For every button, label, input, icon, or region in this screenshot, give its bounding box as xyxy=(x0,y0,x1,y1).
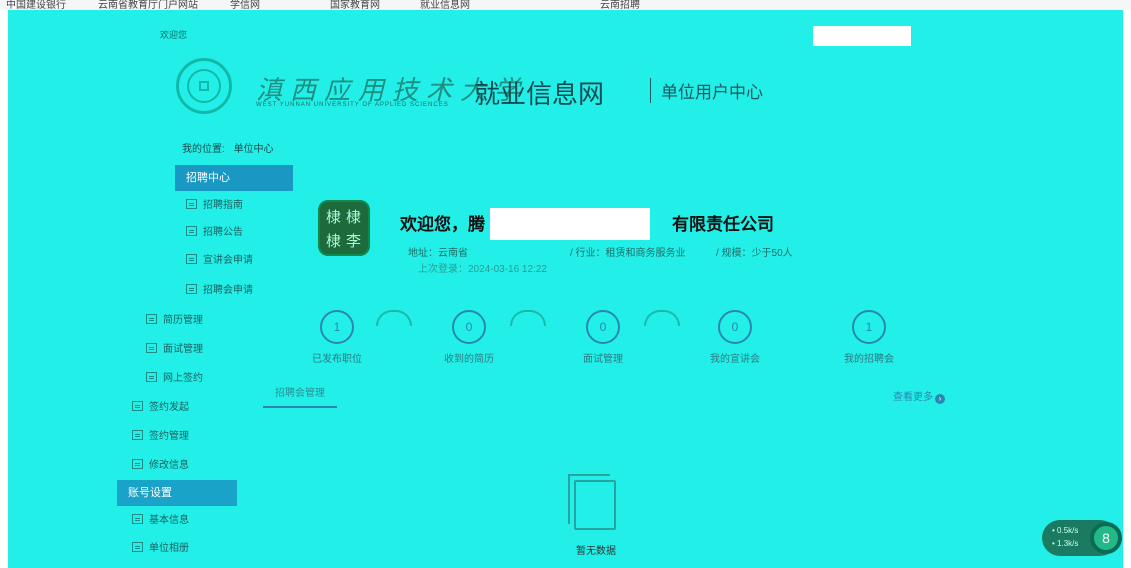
download-speed: • 1.3k/s xyxy=(1052,539,1079,548)
user-name-redaction xyxy=(813,26,911,46)
stat-label: 面试管理 xyxy=(583,354,623,365)
stats-row: 1 已发布职位 0 收到的简历 0 面试管理 0 我的宣讲会 1 我的招聘会 xyxy=(288,310,928,370)
stat-published-jobs[interactable]: 1 已发布职位 xyxy=(292,310,382,365)
university-name-en: WEST YUNNAN UNIVERSITY OF APPLIED SCIENC… xyxy=(256,102,449,108)
sidebar-item-basic-info[interactable]: 基本信息 xyxy=(122,508,189,534)
sidebar-item-fair-apply[interactable]: 招聘会申请 xyxy=(176,278,253,304)
doc-icon xyxy=(132,401,143,411)
sidebar-category-account[interactable]: 账号设置 xyxy=(117,480,237,506)
doc-icon xyxy=(146,372,157,382)
sidebar-item-album[interactable]: 单位相册 xyxy=(122,536,189,562)
sidebar-item-sign-start[interactable]: 签约发起 xyxy=(122,395,189,421)
speed-ring-icon: 8 xyxy=(1090,522,1122,554)
logo-core xyxy=(199,81,209,91)
see-more-link[interactable]: 查看更多 › xyxy=(893,388,945,404)
stat-count: 0 xyxy=(452,310,486,344)
stat-label: 已发布职位 xyxy=(312,354,362,365)
company-welcome: 欢迎您，腾 xyxy=(400,215,485,234)
bookmark-item[interactable]: 国家教育网 xyxy=(330,0,380,10)
bookmark-item[interactable]: 就业信息网 xyxy=(420,0,470,10)
company-industry: / 行业：租赁和商务服务业 xyxy=(570,248,686,259)
doc-icon xyxy=(186,199,197,209)
sidebar-item-recruit-guide[interactable]: 招聘指南 xyxy=(176,193,243,219)
tab-fair-management[interactable]: 招聘会管理 xyxy=(263,384,337,408)
company-address: 地址：云南省 xyxy=(408,248,468,259)
empty-state-text: 暂无数据 xyxy=(576,546,616,557)
doc-icon xyxy=(132,430,143,440)
sidebar-item-interview[interactable]: 面试管理 xyxy=(136,337,203,363)
sidebar-item-online-sign[interactable]: 网上签约 xyxy=(136,366,203,392)
portal-page: 欢迎您 滇西应用技术大学 WEST YUNNAN UNIVERSITY OF A… xyxy=(8,10,1123,568)
bookmark-item[interactable]: 云南省教育厅门户网站 xyxy=(98,0,198,10)
stat-count: 0 xyxy=(718,310,752,344)
company-logo: 棣 棣 棣 李 xyxy=(318,200,370,256)
bookmark-item[interactable]: 学信网 xyxy=(230,0,260,10)
arc-decoration xyxy=(510,310,546,326)
breadcrumb: 我的位置: 单位中心 xyxy=(182,140,280,155)
stat-label: 我的招聘会 xyxy=(844,354,894,365)
doc-icon xyxy=(186,254,197,264)
sidebar-item-talk-apply[interactable]: 宣讲会申请 xyxy=(176,248,253,274)
welcome-text: 欢迎您 xyxy=(160,30,188,40)
sidebar-item-recruit-notice[interactable]: 招聘公告 xyxy=(176,220,243,246)
bookmark-item[interactable]: 云南招聘 xyxy=(600,0,640,10)
bookmark-item[interactable]: 中国建设银行 xyxy=(6,0,66,10)
logo-ring xyxy=(187,69,221,103)
tab-row: 招聘会管理 查看更多 › xyxy=(263,384,953,412)
doc-icon xyxy=(146,314,157,324)
bookmark-bar: 中国建设银行 云南省教育厅门户网站 学信网 国家教育网 就业信息网 云南招聘 xyxy=(0,0,1131,10)
doc-icon xyxy=(132,514,143,524)
stat-received-resumes[interactable]: 0 收到的简历 xyxy=(424,310,514,365)
stat-label: 我的宣讲会 xyxy=(710,354,760,365)
stat-count: 1 xyxy=(852,310,886,344)
stat-count: 1 xyxy=(320,310,354,344)
stat-interviews[interactable]: 0 面试管理 xyxy=(558,310,648,365)
empty-document-icon xyxy=(568,474,616,530)
company-name-suffix: 有限责任公司 xyxy=(672,215,774,234)
stat-count: 0 xyxy=(586,310,620,344)
stat-label: 收到的简历 xyxy=(444,354,494,365)
company-scale: / 规模：少于50人 xyxy=(716,248,793,259)
sidebar-item-resume[interactable]: 简历管理 xyxy=(136,308,203,334)
network-speed-widget[interactable]: • 0.5k/s • 1.3k/s 8 xyxy=(1042,520,1122,556)
sidebar-nav: 招聘中心 招聘指南 招聘公告 宣讲会申请 招聘会申请 简历管理 面试管理 网上签… xyxy=(8,162,308,568)
sidebar-category-recruitment[interactable]: 招聘中心 xyxy=(175,165,293,191)
doc-icon xyxy=(132,459,143,469)
sidebar-item-sign-manage[interactable]: 签约管理 xyxy=(122,424,189,450)
company-name-redaction xyxy=(490,208,650,240)
breadcrumb-label: 我的位置: xyxy=(182,144,225,155)
doc-icon xyxy=(146,343,157,353)
stat-my-talks[interactable]: 0 我的宣讲会 xyxy=(690,310,780,365)
university-logo-icon[interactable] xyxy=(176,58,232,114)
chevron-right-icon: › xyxy=(935,394,945,404)
site-header: 滇西应用技术大学 WEST YUNNAN UNIVERSITY OF APPLI… xyxy=(8,46,1123,128)
doc-icon xyxy=(132,542,143,552)
site-title: 就业信息网 xyxy=(474,79,605,109)
user-center-title: 单位用户中心 xyxy=(650,78,763,103)
doc-icon xyxy=(186,226,197,236)
breadcrumb-current[interactable]: 单位中心 xyxy=(234,144,274,155)
company-panel: 棣 棣 棣 李 欢迎您，腾 有限责任公司 地址：云南省 / 行业：租赁和商务服务… xyxy=(298,160,1003,310)
stat-my-fairs[interactable]: 1 我的招聘会 xyxy=(824,310,914,365)
upload-speed: • 0.5k/s xyxy=(1052,526,1079,535)
top-strip: 欢迎您 xyxy=(8,10,1123,46)
last-login: 上次登录：2024-03-16 12:22 xyxy=(418,264,547,275)
sidebar-item-edit-info[interactable]: 修改信息 xyxy=(122,453,189,479)
doc-icon xyxy=(186,284,197,294)
arc-decoration xyxy=(644,310,680,326)
